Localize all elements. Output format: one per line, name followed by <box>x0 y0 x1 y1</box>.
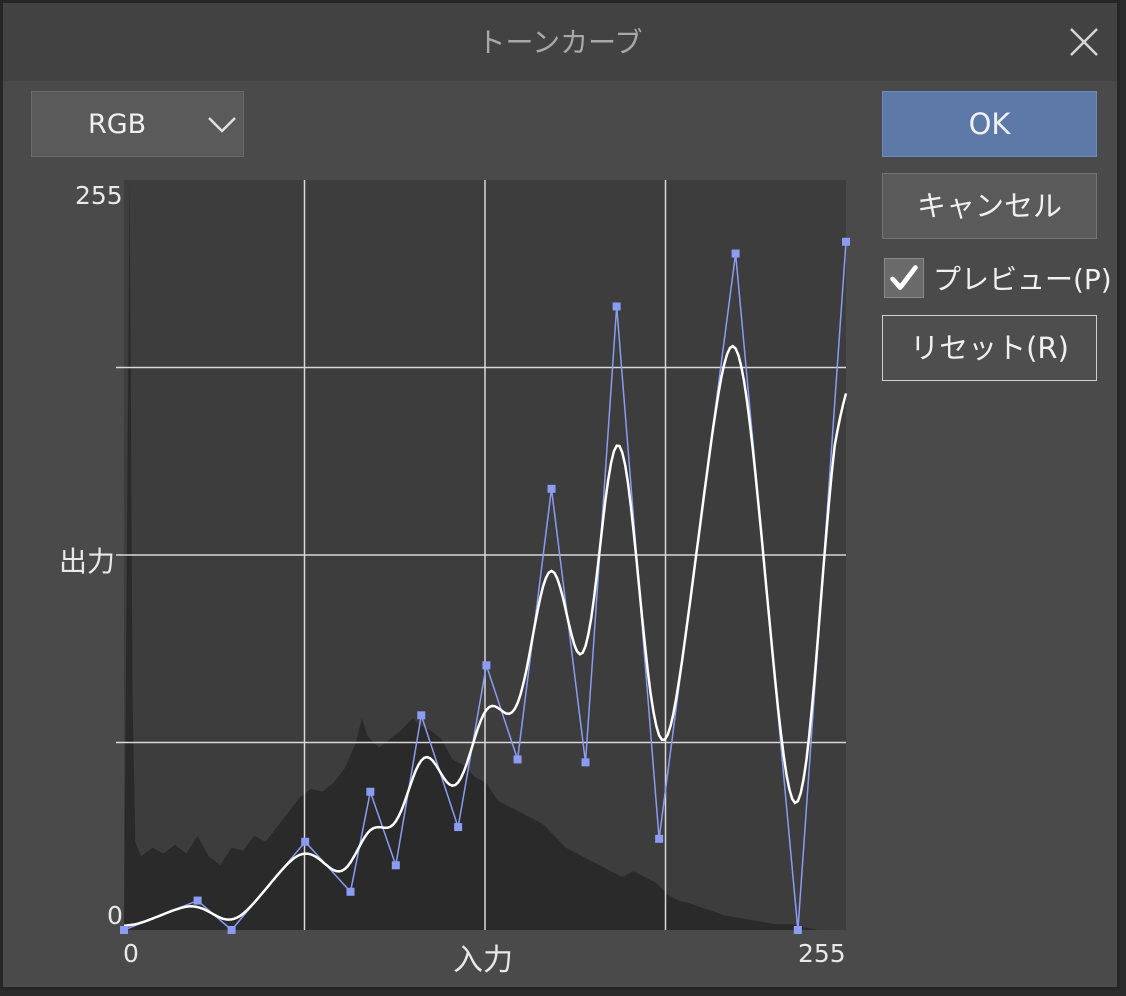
x-max-label: 255 <box>798 939 846 968</box>
control-point[interactable] <box>417 711 426 720</box>
control-point[interactable] <box>193 896 202 905</box>
control-point[interactable] <box>612 302 621 311</box>
control-point[interactable] <box>581 758 590 767</box>
x-axis-label: 入力 <box>453 943 513 978</box>
control-point[interactable] <box>731 249 740 258</box>
y-max-label: 255 <box>75 181 123 210</box>
control-point[interactable] <box>391 861 400 870</box>
control-point[interactable] <box>513 755 522 764</box>
control-point[interactable] <box>366 787 375 796</box>
control-point[interactable] <box>482 661 491 670</box>
tone-curve-graph[interactable] <box>3 3 1123 993</box>
control-point[interactable] <box>301 837 310 846</box>
control-point[interactable] <box>655 834 664 843</box>
control-point[interactable] <box>227 926 236 934</box>
control-point[interactable] <box>454 823 463 832</box>
control-point[interactable] <box>793 926 802 934</box>
x-min-label: 0 <box>123 939 139 968</box>
tone-curve-dialog: トーンカーブ RGB OK キャンセル プレビュー(P) リセット(R) 255… <box>0 0 1120 990</box>
control-point[interactable] <box>346 887 355 896</box>
y-min-label: 0 <box>107 901 123 930</box>
control-point[interactable] <box>842 237 850 246</box>
control-point[interactable] <box>547 484 556 493</box>
y-axis-label: 出力 <box>59 545 116 578</box>
